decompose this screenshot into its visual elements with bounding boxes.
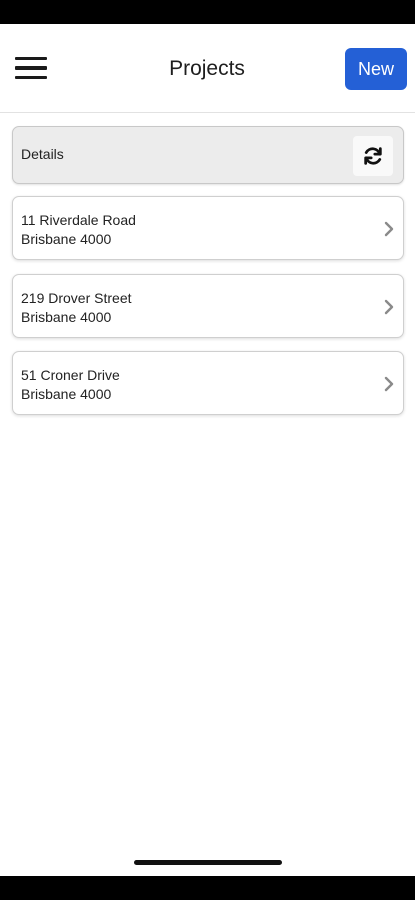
home-indicator[interactable] <box>134 860 282 865</box>
menu-bar <box>15 56 47 61</box>
menu-bar <box>15 66 47 70</box>
chevron-right-icon <box>384 221 394 237</box>
project-address: 11 Riverdale Road <box>21 212 136 228</box>
project-card[interactable]: 51 Croner Drive Brisbane 4000 <box>12 351 404 415</box>
project-city: Brisbane 4000 <box>21 386 112 402</box>
project-card[interactable]: 219 Drover Street Brisbane 4000 <box>12 274 404 338</box>
project-address: 51 Croner Drive <box>21 367 120 383</box>
page-title: Projects <box>169 57 245 80</box>
refresh-button[interactable] <box>353 136 393 176</box>
status-bar <box>0 0 415 24</box>
details-label: Details <box>21 146 64 162</box>
project-city: Brisbane 4000 <box>21 309 112 325</box>
menu-bar <box>15 75 47 80</box>
app-content: Projects New Details 11 Riverdale Road B… <box>0 24 415 876</box>
app-header: Projects New <box>0 24 415 113</box>
project-card[interactable]: 11 Riverdale Road Brisbane 4000 <box>12 196 404 260</box>
phone-screen: Projects New Details 11 Riverdale Road B… <box>0 0 415 900</box>
chevron-right-icon <box>384 299 394 315</box>
details-bar: Details <box>12 126 404 184</box>
project-city: Brisbane 4000 <box>21 231 112 247</box>
project-address: 219 Drover Street <box>21 290 132 306</box>
chevron-right-icon <box>384 376 394 392</box>
new-project-button[interactable]: New <box>345 48 407 90</box>
hamburger-menu-icon[interactable] <box>12 52 52 84</box>
refresh-icon <box>364 147 382 165</box>
bottom-bar <box>0 876 415 900</box>
